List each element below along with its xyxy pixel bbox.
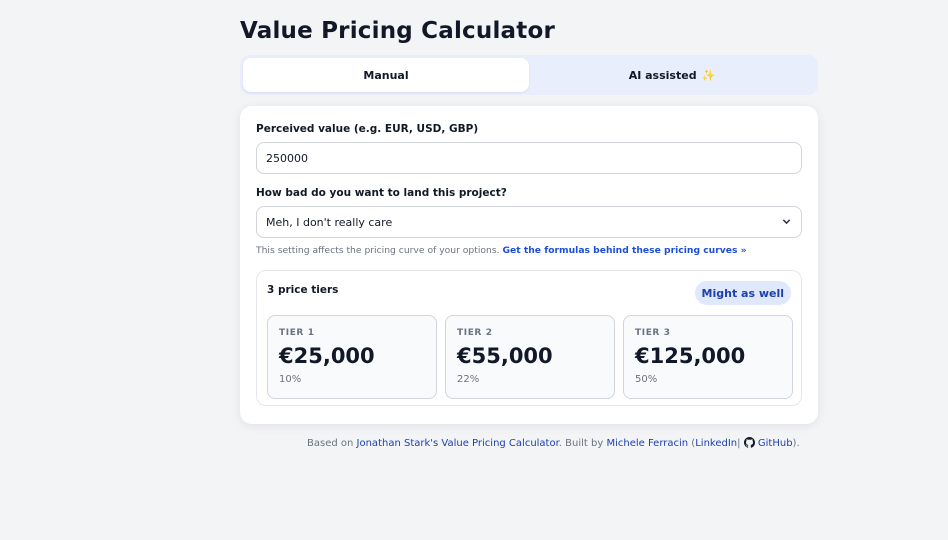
formulas-link[interactable]: Get the formulas behind these pricing cu… — [502, 245, 746, 256]
footer-close: ). — [792, 438, 800, 449]
footer-built-by: . Built by — [558, 438, 604, 449]
tab-manual[interactable]: Manual — [243, 58, 529, 92]
linkedin-link[interactable]: LinkedIn — [695, 438, 737, 449]
tier-percent: 22% — [457, 374, 480, 385]
urgency-selected-value: Meh, I don't really care — [266, 215, 393, 229]
tiers-title: 3 price tiers — [267, 284, 339, 296]
pricing-hint: This setting affects the pricing curve o… — [256, 245, 747, 256]
tier-price: €125,000 — [635, 344, 746, 368]
footer-based-on: Based on — [307, 438, 354, 449]
tier-price: €55,000 — [457, 344, 553, 368]
tab-ai-assisted[interactable]: AI assisted ✨ — [529, 58, 815, 92]
page-title: Value Pricing Calculator — [240, 18, 556, 44]
perceived-value-input[interactable]: 250000 — [256, 142, 802, 174]
chevron-down-icon — [782, 219, 791, 225]
calculator-card: Perceived value (e.g. EUR, USD, GBP) 250… — [240, 106, 818, 424]
sparkles-icon: ✨ — [701, 68, 716, 82]
tier-percent: 50% — [635, 374, 658, 385]
tier-card-1: TIER 1 €25,000 10% — [267, 315, 437, 399]
source-link[interactable]: Jonathan Stark's Value Pricing Calculato… — [357, 438, 559, 449]
tab-manual-label: Manual — [363, 68, 409, 82]
author-link[interactable]: Michele Ferracin — [606, 438, 688, 449]
tiers-panel: 3 price tiers Might as well TIER 1 €25,0… — [256, 270, 802, 406]
github-link[interactable]: GitHub — [758, 438, 793, 449]
tier-price: €25,000 — [279, 344, 375, 368]
tier-label: TIER 1 — [279, 328, 315, 338]
github-icon — [743, 437, 755, 448]
tab-ai-assisted-label: AI assisted — [628, 68, 697, 82]
urgency-badge: Might as well — [694, 281, 791, 305]
hint-text: This setting affects the pricing curve o… — [256, 245, 500, 256]
perceived-value-label: Perceived value (e.g. EUR, USD, GBP) — [256, 123, 479, 135]
urgency-label: How bad do you want to land this project… — [256, 187, 507, 199]
tier-card-2: TIER 2 €55,000 22% — [445, 315, 615, 399]
footer-separator: | — [737, 438, 741, 449]
tier-label: TIER 3 — [635, 328, 671, 338]
tier-card-3: TIER 3 €125,000 50% — [623, 315, 793, 399]
perceived-value-text: 250000 — [266, 151, 308, 165]
footer: Based on Jonathan Stark's Value Pricing … — [307, 437, 800, 449]
tier-percent: 10% — [279, 374, 302, 385]
urgency-select[interactable]: Meh, I don't really care — [256, 206, 802, 238]
tier-label: TIER 2 — [457, 328, 493, 338]
mode-tabs: Manual AI assisted ✨ — [240, 55, 818, 95]
